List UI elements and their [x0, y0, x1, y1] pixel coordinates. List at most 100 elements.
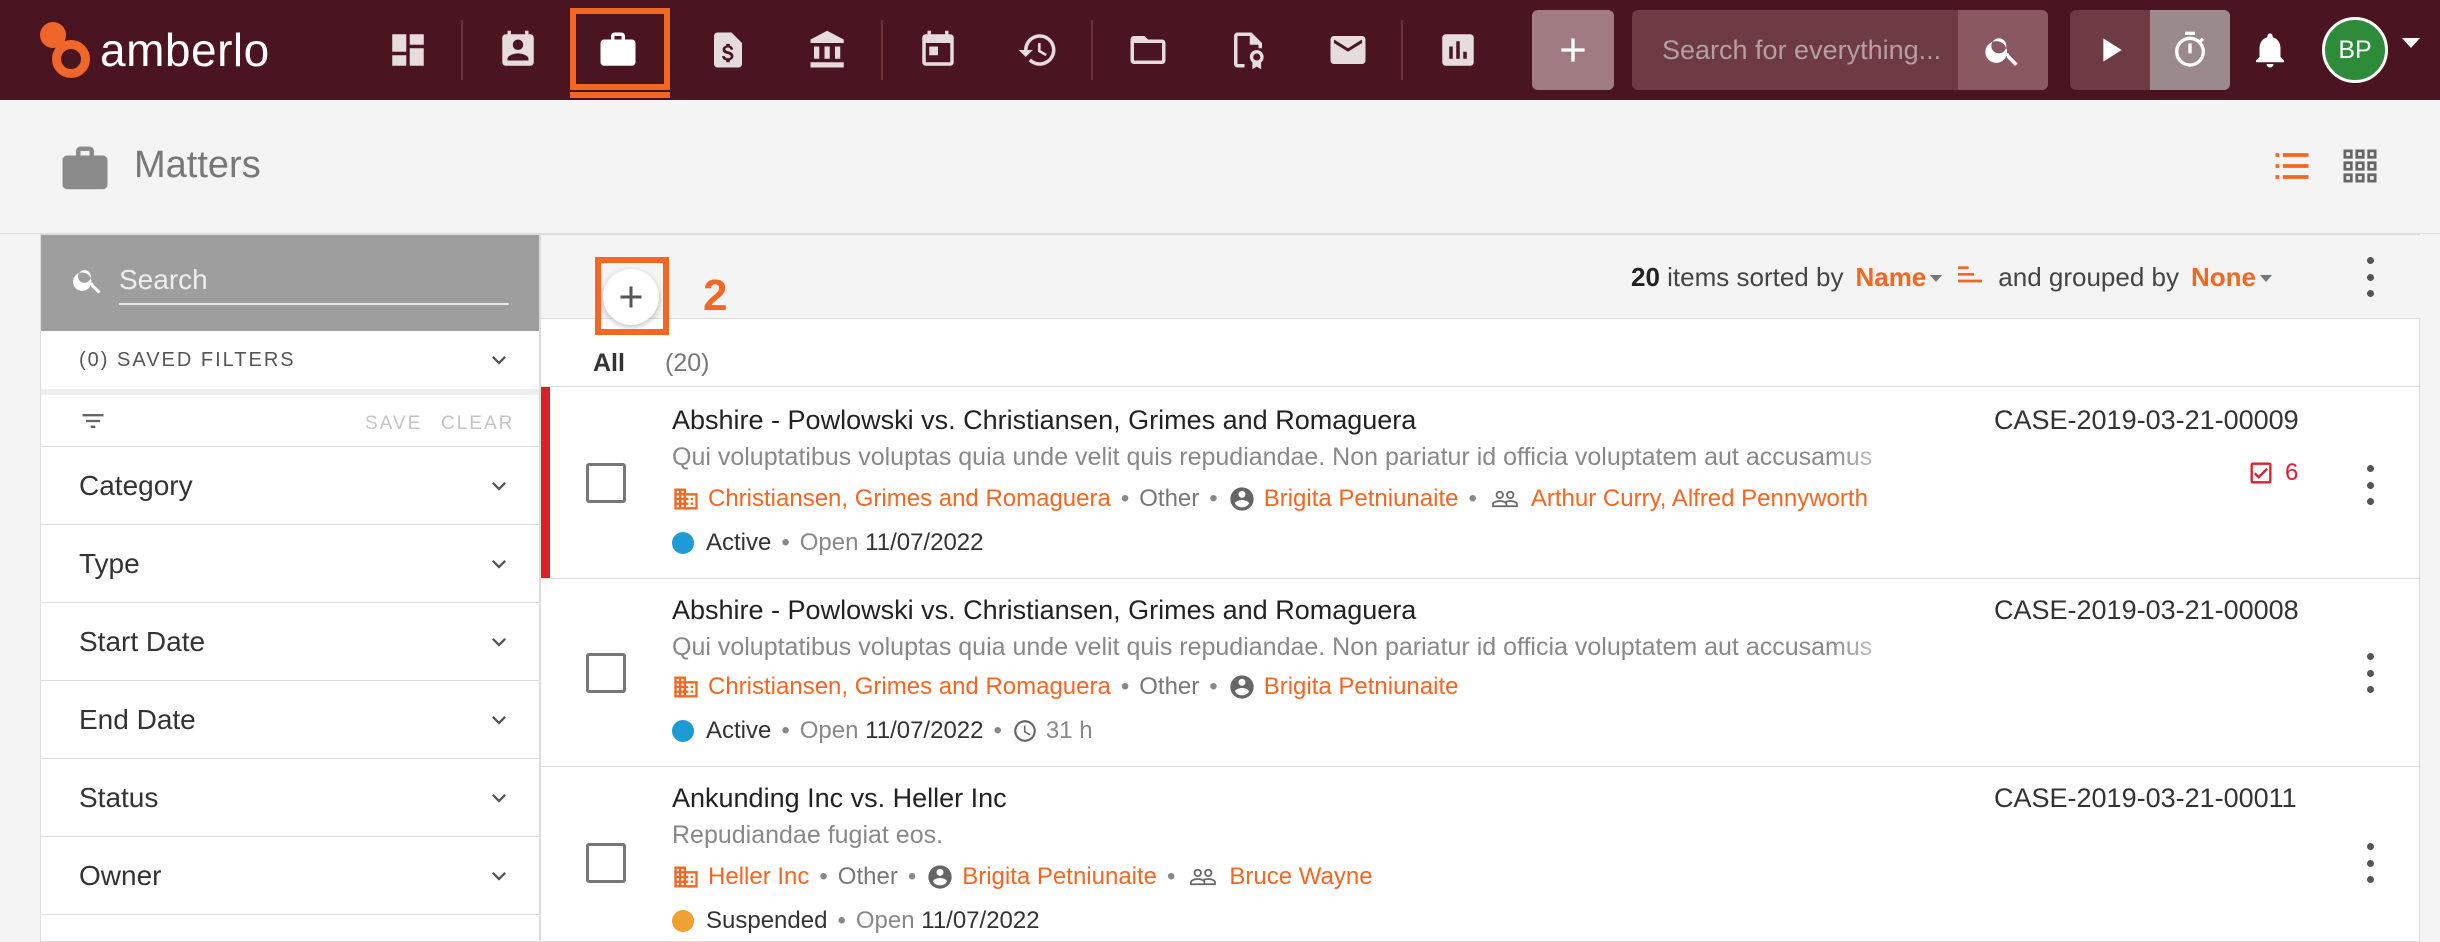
sort-direction-icon[interactable]: [1954, 261, 1986, 293]
global-search-input[interactable]: [1632, 34, 1952, 66]
matter-title[interactable]: Abshire - Powlowski vs. Christiansen, Gr…: [672, 405, 1416, 436]
filter-label: Category: [79, 469, 193, 501]
dashboard-icon: [392, 34, 424, 66]
grid-view-button[interactable]: [2338, 144, 2382, 188]
nav-dashboard[interactable]: [380, 22, 436, 78]
table-row[interactable]: Ankunding Inc vs. Heller Inc Repudiandae…: [541, 767, 2421, 942]
nav-contacts[interactable]: [490, 22, 546, 78]
filter-label: Owner: [79, 859, 162, 891]
priority-flag: [541, 387, 550, 578]
nav-invoices[interactable]: [700, 22, 756, 78]
tab-all[interactable]: All: [593, 349, 625, 378]
nav-certificates[interactable]: [1220, 22, 1276, 78]
case-number: CASE-2019-03-21-00008: [1994, 595, 2299, 625]
nav-billing-time[interactable]: [1010, 22, 1066, 78]
account-circle-icon: [928, 865, 952, 889]
filter-start-date[interactable]: Start Date: [41, 603, 539, 681]
client-link[interactable]: Heller Inc: [708, 863, 809, 891]
client-link[interactable]: Christiansen, Grimes and Romaguera: [708, 485, 1111, 513]
filter-label: End Date: [79, 703, 196, 735]
quick-add-button[interactable]: [1532, 10, 1614, 90]
filter-icon: [79, 407, 107, 435]
timer-play-button[interactable]: [2070, 10, 2150, 90]
sidebar-search-input[interactable]: [119, 257, 509, 305]
chevron-down-icon: [485, 550, 513, 578]
matters-list-panel: 20 items sorted by Name and grouped by N…: [540, 234, 2421, 942]
mail-icon: [1330, 36, 1366, 64]
search-icon: [71, 263, 105, 297]
filter-owner[interactable]: Owner: [41, 837, 539, 915]
logo-text: amberlo: [100, 24, 270, 76]
list-view-button[interactable]: [2270, 144, 2314, 188]
case-number: CASE-2019-03-21-00011: [1994, 783, 2297, 813]
team-link[interactable]: Bruce Wayne: [1229, 863, 1372, 891]
open-date: 11/07/2022: [865, 717, 984, 744]
save-filter-button[interactable]: SAVE: [365, 413, 422, 435]
filter-status[interactable]: Status: [41, 759, 539, 837]
matter-meta: Christiansen, Grimes and Romaguera • Oth…: [672, 485, 1868, 513]
people-icon: [1492, 490, 1518, 508]
nav-documents[interactable]: [1120, 22, 1176, 78]
matter-category: Other: [837, 863, 898, 890]
timer-controls: [2070, 10, 2230, 90]
chevron-down-icon[interactable]: [2402, 38, 2420, 48]
sorted-by-label: items sorted by: [1667, 261, 1844, 292]
table-row[interactable]: Abshire - Powlowski vs. Christiansen, Gr…: [541, 387, 2421, 579]
page-header: Matters: [0, 100, 2440, 234]
global-search-button[interactable]: [1958, 10, 2048, 90]
user-avatar[interactable]: BP: [2322, 17, 2388, 83]
building-icon: [674, 676, 698, 698]
grouped-by-label: and grouped by: [1998, 261, 2179, 292]
chevron-down-icon: [485, 346, 513, 374]
page-title: Matters: [134, 144, 261, 186]
nav-active-underline: [570, 92, 670, 98]
nav-bank[interactable]: [800, 22, 856, 78]
saved-filters-dropdown[interactable]: (0) SAVED FILTERS: [41, 331, 539, 395]
matter-status: Active • Open 11/07/2022: [672, 529, 984, 557]
status-label: Active: [706, 529, 772, 556]
open-tasks-badge[interactable]: 6: [2247, 459, 2298, 487]
matter-title[interactable]: Ankunding Inc vs. Heller Inc: [672, 783, 1007, 814]
filter-type[interactable]: Type: [41, 525, 539, 603]
nav-calendar[interactable]: [910, 22, 966, 78]
list-options-menu[interactable]: [2364, 257, 2376, 297]
play-icon: [2103, 38, 2122, 62]
clear-filter-button[interactable]: CLEAR: [441, 413, 514, 435]
team-link[interactable]: Arthur Curry, Alfred Pennyworth: [1531, 485, 1868, 513]
sort-field-dropdown[interactable]: Name: [1855, 262, 1943, 293]
filter-category[interactable]: Category: [41, 447, 539, 525]
row-options-menu[interactable]: [2364, 653, 2376, 693]
sidebar-search: [41, 235, 539, 331]
group-field-dropdown[interactable]: None: [2191, 262, 2272, 293]
filter-label: Start Date: [79, 625, 206, 657]
matter-title[interactable]: Abshire - Powlowski vs. Christiansen, Gr…: [672, 595, 1416, 626]
logged-time: 31 h: [1045, 717, 1093, 744]
briefcase-icon: [58, 142, 112, 196]
notifications-button[interactable]: [2244, 24, 2296, 76]
status-dot: [672, 720, 694, 742]
group-tabs: All (20): [541, 337, 2421, 387]
group-field-value: None: [2191, 261, 2256, 292]
bank-icon: [810, 30, 844, 68]
row-checkbox[interactable]: [586, 653, 626, 693]
matter-meta: Christiansen, Grimes and Romaguera • Oth…: [672, 673, 1458, 701]
nav-reports[interactable]: [1430, 22, 1486, 78]
table-row[interactable]: Abshire - Powlowski vs. Christiansen, Gr…: [541, 579, 2421, 767]
billing-time-icon: [1018, 34, 1056, 66]
row-checkbox[interactable]: [586, 463, 626, 503]
row-checkbox[interactable]: [586, 843, 626, 883]
amberlo-logo[interactable]: amberlo: [36, 22, 270, 78]
owner-link[interactable]: Brigita Petniunaite: [1264, 485, 1459, 513]
row-options-menu[interactable]: [2364, 465, 2376, 505]
filter-end-date[interactable]: End Date: [41, 681, 539, 759]
report-icon: [1442, 34, 1474, 66]
row-options-menu[interactable]: [2364, 843, 2376, 883]
stopwatch-button[interactable]: [2150, 10, 2230, 90]
owner-link[interactable]: Brigita Petniunaite: [962, 863, 1157, 891]
logo-mark-icon: [36, 22, 92, 78]
owner-link[interactable]: Brigita Petniunaite: [1264, 673, 1459, 701]
client-link[interactable]: Christiansen, Grimes and Romaguera: [708, 673, 1111, 701]
certificate-icon: [1234, 32, 1264, 70]
global-search: [1632, 10, 2048, 90]
nav-mail[interactable]: [1320, 22, 1376, 78]
